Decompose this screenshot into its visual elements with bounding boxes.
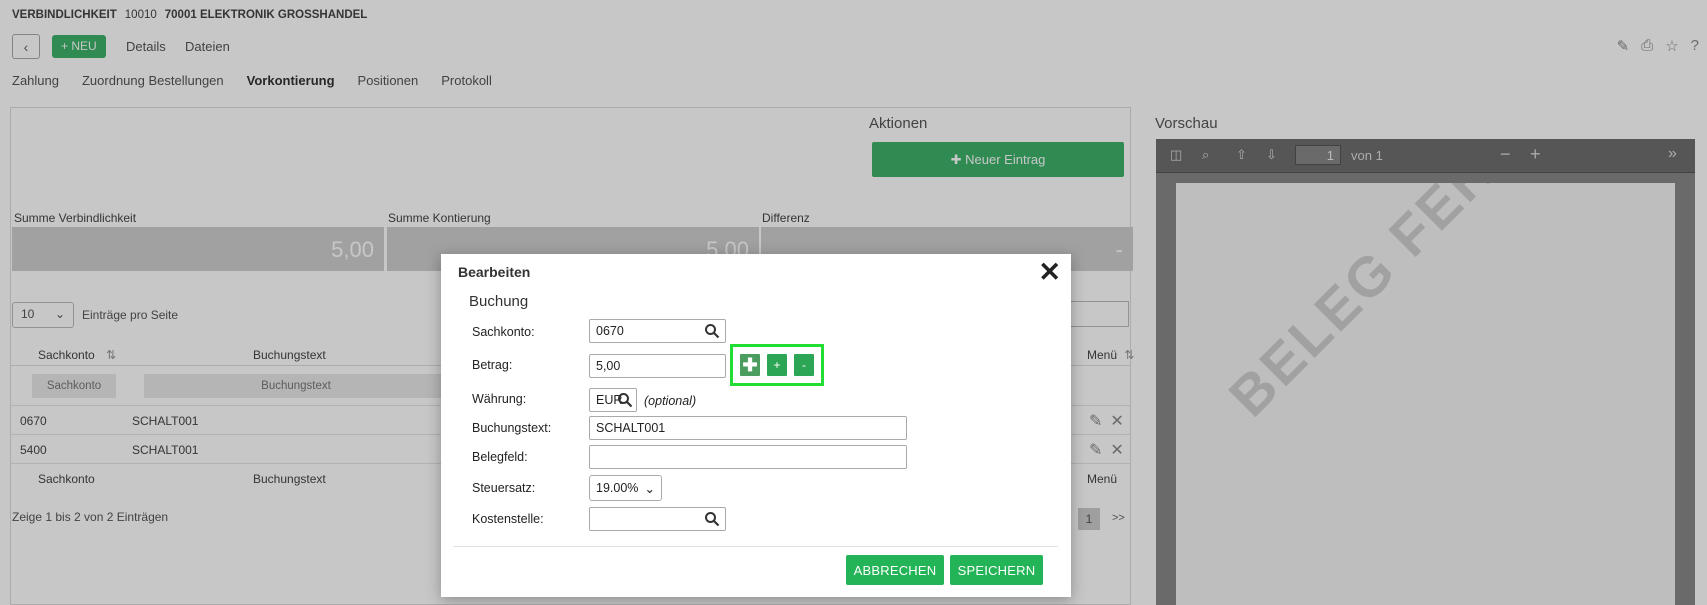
amount-button-group: ✚ + - [730, 344, 824, 386]
sachkonto-input[interactable]: 0670 [589, 319, 726, 343]
sachkonto-value: 0670 [596, 324, 624, 338]
increase-button[interactable]: + [767, 354, 787, 376]
kostenstelle-label: Kostenstelle: [472, 512, 544, 526]
save-button[interactable]: SPEICHERN [950, 555, 1043, 585]
steuersatz-value: 19.00% [596, 481, 639, 495]
dialog-subtitle: Buchung [469, 293, 529, 310]
belegfeld-label: Belegfeld: [472, 450, 528, 464]
buchungstext-value: SCHALT001 [596, 421, 666, 435]
sachkonto-label: Sachkonto: [472, 325, 535, 339]
steuersatz-select[interactable]: 19.00% ⌄ [589, 475, 662, 501]
dialog-title: Bearbeiten [458, 264, 531, 280]
kostenstelle-input[interactable] [589, 507, 726, 531]
betrag-label: Betrag: [472, 358, 513, 372]
search-icon[interactable] [704, 323, 720, 339]
optional-hint: (optional) [644, 394, 697, 408]
add-button[interactable]: ✚ [740, 354, 760, 376]
close-icon[interactable]: ✕ [1038, 257, 1061, 287]
buchungstext-label: Buchungstext: [472, 421, 552, 435]
dialog-divider [453, 546, 1058, 547]
chevron-down-icon: ⌄ [644, 482, 655, 496]
search-icon[interactable] [704, 511, 720, 527]
betrag-value: 5,00 [596, 359, 621, 373]
betrag-input[interactable]: 5,00 [589, 354, 726, 378]
waehrung-label: Währung: [472, 392, 527, 406]
waehrung-input[interactable]: EUR [589, 388, 637, 412]
cancel-button[interactable]: ABBRECHEN [846, 555, 944, 585]
steuersatz-label: Steuersatz: [472, 481, 536, 495]
belegfeld-input[interactable] [589, 445, 907, 469]
decrease-button[interactable]: - [794, 354, 814, 376]
search-icon[interactable] [617, 392, 633, 408]
buchungstext-input[interactable]: SCHALT001 [589, 416, 907, 440]
edit-dialog: Bearbeiten ✕ Buchung Sachkonto: 0670 Bet… [441, 254, 1071, 597]
